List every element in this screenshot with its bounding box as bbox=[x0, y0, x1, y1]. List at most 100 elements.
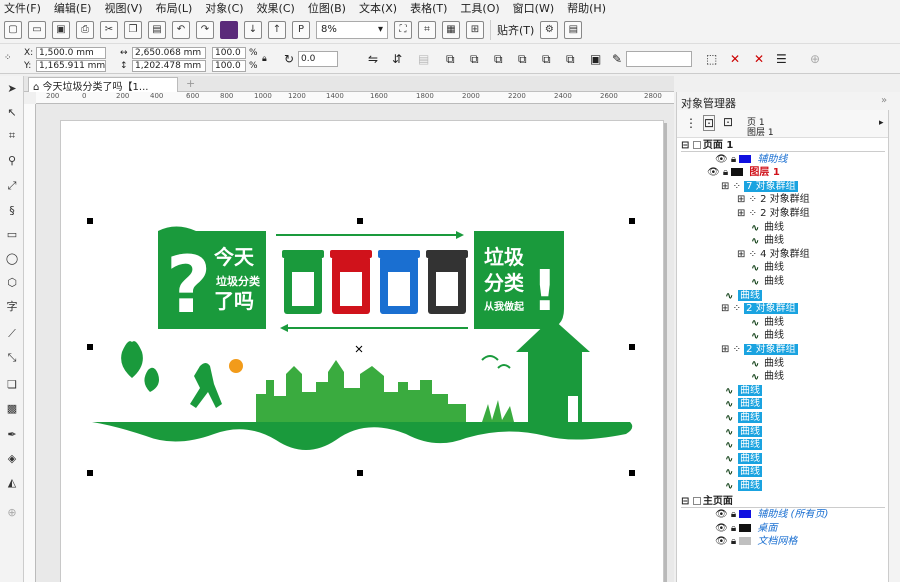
menu-layout[interactable]: 布局(L) bbox=[156, 0, 193, 16]
show-rulers-icon[interactable]: ⌗ bbox=[418, 20, 436, 39]
tree-row[interactable]: ∿ 曲线 bbox=[751, 357, 784, 370]
panel-collapse-icon[interactable]: » bbox=[881, 95, 887, 106]
lock-icon[interactable]: 🔒︎ bbox=[731, 509, 740, 520]
tree-row[interactable]: 👁︎ 🔒︎ 辅助线 bbox=[715, 153, 787, 166]
intersect-icon[interactable]: ⧉ bbox=[494, 52, 503, 67]
mirror-vertical-icon[interactable]: ⇵ bbox=[392, 52, 402, 66]
tree-row[interactable]: ∿ 曲线 bbox=[751, 370, 784, 383]
tree-row[interactable]: ⊞ ⁘ 2 对象群组 bbox=[721, 302, 798, 315]
smart-fill-icon[interactable]: ◭ bbox=[4, 474, 20, 490]
polygon-tool-icon[interactable]: ⬡ bbox=[4, 274, 20, 290]
import-icon[interactable]: ↓ bbox=[244, 20, 262, 39]
lock-icon[interactable]: 🔒︎ bbox=[723, 167, 732, 178]
redo-icon[interactable]: ↷ bbox=[196, 20, 214, 39]
rectangle-tool-icon[interactable]: ▭ bbox=[4, 226, 20, 242]
pick-tool-icon[interactable]: ➤ bbox=[4, 80, 20, 96]
new-document-icon[interactable]: ▢ bbox=[4, 20, 22, 39]
tree-row[interactable]: ⊟ 主页面 bbox=[681, 495, 885, 508]
tree-row[interactable]: ∿ 曲线 bbox=[725, 384, 762, 397]
docker-side-tabs[interactable] bbox=[888, 110, 900, 582]
crop-tool-icon[interactable]: ⌗ bbox=[4, 128, 20, 144]
visibility-eye-icon[interactable]: 👁︎ bbox=[715, 536, 731, 547]
export-icon[interactable]: ↑ bbox=[268, 20, 286, 39]
menu-object[interactable]: 对象(C) bbox=[205, 0, 243, 16]
tree-row[interactable]: ∿ 曲线 bbox=[751, 234, 784, 247]
copy-icon[interactable]: ❐ bbox=[124, 20, 142, 39]
expand-toggle-icon[interactable]: ⊞ bbox=[737, 249, 749, 260]
menu-effects[interactable]: 效果(C) bbox=[257, 0, 295, 16]
ellipse-tool-icon[interactable]: ◯ bbox=[4, 250, 20, 266]
document-tab[interactable]: ⌂ 今天垃圾分类了吗【1... bbox=[28, 77, 178, 92]
artistic-media-icon[interactable]: § bbox=[4, 202, 20, 218]
menu-bitmaps[interactable]: 位图(B) bbox=[308, 0, 346, 16]
tree-row[interactable]: ∿ 曲线 bbox=[725, 438, 762, 451]
horizontal-ruler[interactable]: 400 200 0 200 400 600 800 1000 1200 1400… bbox=[36, 92, 674, 104]
tree-row[interactable]: ∿ 曲线 bbox=[725, 397, 762, 410]
tree-row[interactable]: ∿ 曲线 bbox=[751, 275, 784, 288]
menu-edit[interactable]: 编辑(E) bbox=[54, 0, 92, 16]
tree-row[interactable]: ⊞ ⁘ 2 对象群组 bbox=[737, 207, 810, 220]
front-minus-back-icon[interactable]: ⧉ bbox=[542, 52, 551, 67]
transparency-icon[interactable]: ▩ bbox=[4, 400, 20, 416]
cut-icon[interactable]: ✂ bbox=[100, 20, 118, 39]
shape-tool-icon[interactable]: ↖ bbox=[4, 104, 20, 120]
tree-row[interactable]: ∿ 曲线 bbox=[725, 425, 762, 438]
convert-to-curves-icon[interactable]: ⬚ bbox=[706, 52, 717, 66]
paste-icon[interactable]: ▤ bbox=[148, 20, 166, 39]
weld-icon[interactable]: ⧉ bbox=[446, 52, 455, 67]
tree-row[interactable]: ⊞ ⁘ 4 对象群组 bbox=[737, 248, 810, 261]
tree-row[interactable]: ∿ 曲线 bbox=[751, 329, 784, 342]
tree-row[interactable]: ∿ 曲线 bbox=[751, 261, 784, 274]
create-boundary-icon[interactable]: ▣ bbox=[590, 52, 601, 66]
tree-row[interactable]: ⊞ ⁘ 2 对象群组 bbox=[721, 343, 798, 356]
edit-across-layers-icon[interactable]: ⊡ bbox=[703, 115, 716, 131]
expand-toggle-icon[interactable]: ⊞ bbox=[737, 208, 749, 219]
freehand-tool-icon[interactable]: ⤢ bbox=[4, 178, 20, 194]
drawing-workspace[interactable]: ? 今天 垃圾分类 了吗 垃圾 分类 从我做起 ! bbox=[36, 104, 674, 582]
origin-icon[interactable]: ⁘ bbox=[4, 53, 12, 63]
zoom-tool-icon[interactable]: ⚲ bbox=[4, 152, 20, 168]
tree-row[interactable]: ∿ 曲线 bbox=[725, 465, 762, 478]
lock-ratio-icon[interactable]: 🔒︎ bbox=[262, 54, 267, 64]
panel-menu-arrow-icon[interactable]: ▸ bbox=[879, 118, 884, 128]
connector-tool-icon[interactable]: ⤡ bbox=[4, 350, 20, 366]
full-screen-icon[interactable]: ⛶ bbox=[394, 20, 412, 39]
menu-file[interactable]: 文件(F) bbox=[4, 0, 41, 16]
open-icon[interactable]: ▭ bbox=[28, 20, 46, 39]
tree-row[interactable]: ∿ 曲线 bbox=[725, 479, 762, 492]
wrap-text-icon[interactable]: ▤ bbox=[418, 52, 429, 66]
tree-row[interactable]: ⊞ ⁘ 7 对象群组 bbox=[721, 180, 798, 193]
lock-icon[interactable]: 🔒︎ bbox=[731, 536, 740, 547]
tree-row[interactable]: 👁︎ 🔒︎ 文档网格 bbox=[715, 535, 797, 548]
add-tool-icon[interactable]: ⊕ bbox=[4, 504, 20, 520]
ungroup-icon[interactable]: ✕ bbox=[754, 52, 764, 66]
y-position-input[interactable]: 1,165.911 mm bbox=[36, 60, 106, 72]
snap-to-dropdown[interactable]: 贴齐(T) bbox=[497, 22, 534, 38]
trim-icon[interactable]: ⧉ bbox=[470, 52, 479, 67]
save-icon[interactable]: ▣ bbox=[52, 20, 70, 39]
zoom-level-select[interactable]: 8% ▾ bbox=[316, 20, 388, 39]
menu-table[interactable]: 表格(T) bbox=[410, 0, 447, 16]
search-content-icon[interactable] bbox=[220, 20, 238, 39]
gear-icon[interactable]: ⚙ bbox=[540, 20, 559, 39]
x-position-input[interactable]: 1,500.0 mm bbox=[36, 47, 106, 59]
tree-row[interactable]: ∿ 曲线 bbox=[725, 289, 762, 302]
tree-row[interactable]: ∿ 曲线 bbox=[725, 452, 762, 465]
tree-row[interactable]: ∿ 曲线 bbox=[725, 411, 762, 424]
lock-icon[interactable]: 🔒︎ bbox=[731, 523, 740, 534]
menu-text[interactable]: 文本(X) bbox=[359, 0, 397, 16]
expand-toggle-icon[interactable]: ⊞ bbox=[737, 194, 749, 205]
add-icon[interactable]: ⊕ bbox=[810, 52, 820, 66]
interactive-fill-icon[interactable]: ◈ bbox=[4, 450, 20, 466]
outline-pen-icon[interactable]: ✎ bbox=[612, 52, 622, 66]
lock-icon[interactable]: 🔒︎ bbox=[731, 154, 740, 165]
drop-shadow-icon[interactable]: ❏ bbox=[4, 376, 20, 392]
show-properties-icon[interactable]: ⋮ bbox=[685, 116, 697, 130]
print-icon[interactable]: ⎙ bbox=[76, 20, 94, 39]
expand-toggle-icon[interactable]: ⊞ bbox=[721, 344, 733, 355]
visibility-eye-icon[interactable]: 👁︎ bbox=[707, 167, 723, 178]
tree-row[interactable]: ∿ 曲线 bbox=[751, 316, 784, 329]
expand-toggle-icon[interactable]: ⊟ bbox=[681, 140, 693, 151]
tree-row[interactable]: ⊞ ⁘ 2 对象群组 bbox=[737, 193, 810, 206]
scale-y-input[interactable]: 100.0 bbox=[212, 60, 246, 72]
